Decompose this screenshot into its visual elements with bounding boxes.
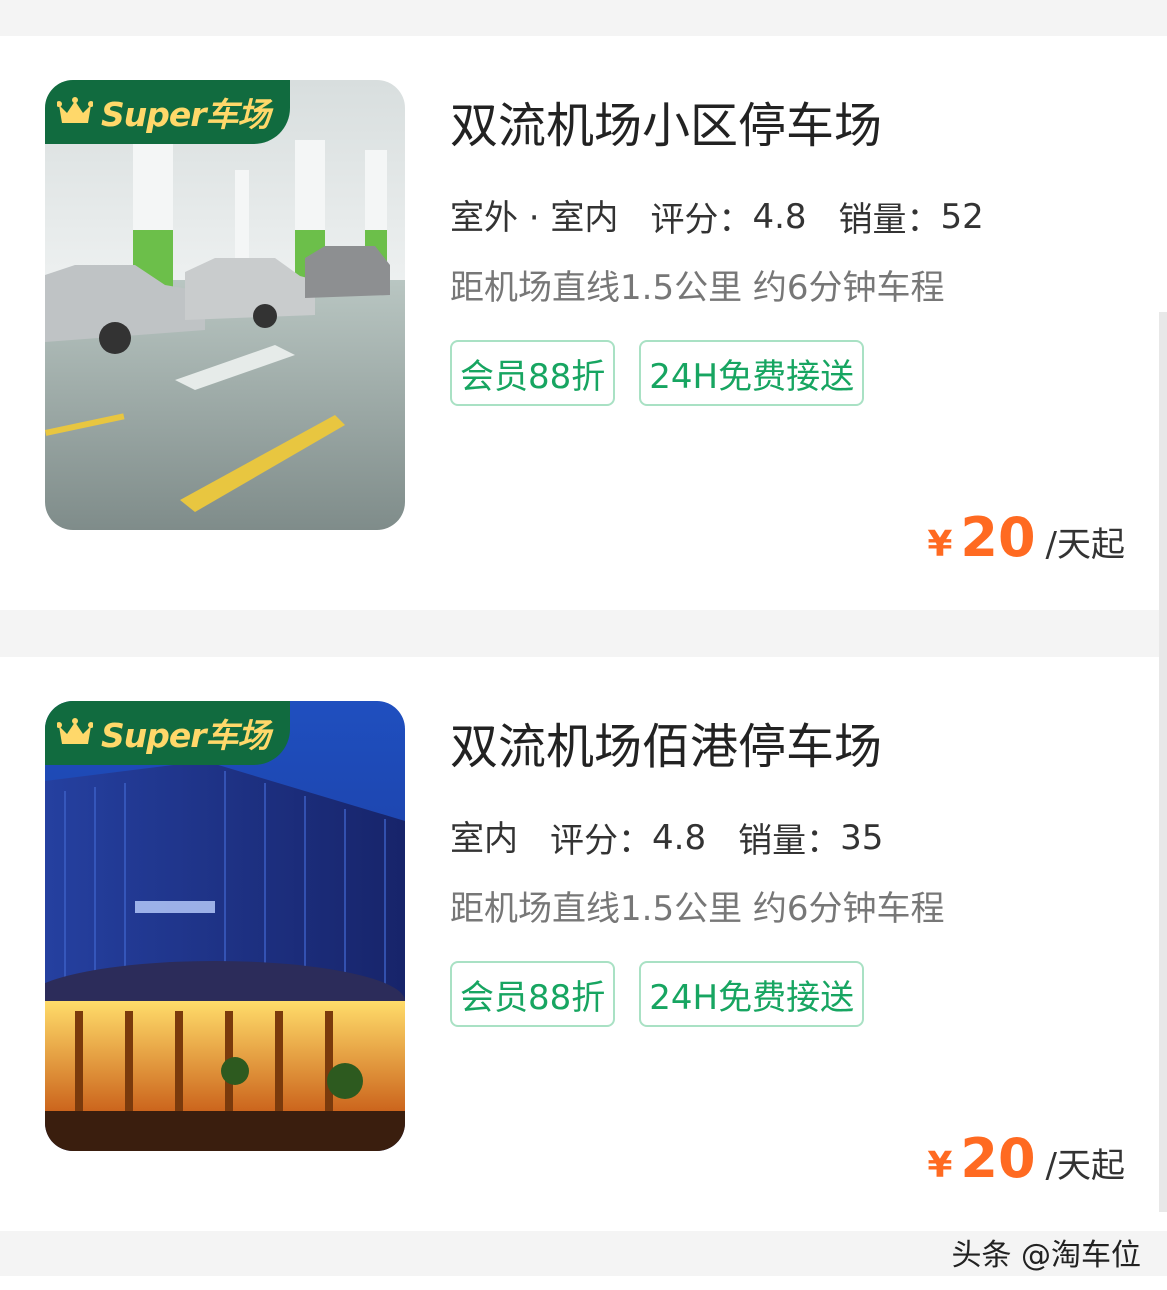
sales-value: 35 (840, 817, 884, 858)
member-discount-tag: 会员88折 (450, 340, 616, 406)
underground-parking-image (45, 80, 405, 530)
rating-value: 4.8 (752, 196, 807, 237)
currency-symbol: ¥ (927, 1145, 953, 1186)
sales-label: 销量： (738, 821, 841, 861)
distance-info: 距机场直线1.5公里 约6分钟车程 (450, 889, 945, 929)
currency-symbol: ¥ (927, 524, 953, 565)
free-shuttle-tag: 24H免费接送 (639, 961, 865, 1027)
price: ¥ 20 /天起 (927, 506, 1125, 569)
badge-label: Super车场 (101, 716, 271, 755)
parking-listing-card[interactable]: Super车场 双流机场佰港停车场 室内 评分： 4.8 销量： 35 距机场直… (0, 657, 1167, 1231)
watermark: 头条 @淘车位 (951, 1238, 1141, 1273)
price-unit: /天起 (1045, 525, 1125, 565)
member-discount-tag: 会员88折 (450, 961, 616, 1027)
rating-label: 评分： (650, 200, 753, 240)
parking-meta: 室外 · 室内 评分： 4.8 销量： 52 (447, 190, 984, 249)
distance-info: 距机场直线1.5公里 约6分钟车程 (450, 268, 945, 308)
price-amount: 20 (960, 1127, 1036, 1190)
parking-photo[interactable]: Super车场 (45, 80, 405, 530)
crown-icon (57, 97, 93, 123)
crown-icon (57, 718, 93, 744)
next-card-edge (0, 1276, 1167, 1290)
price-amount: 20 (960, 506, 1036, 569)
super-parking-badge: Super车场 (45, 80, 290, 144)
scrollbar[interactable] (1159, 312, 1167, 1212)
feature-tags: 会员88折 24H免费接送 (450, 961, 865, 1027)
price-unit: /天起 (1045, 1146, 1125, 1186)
feature-tags: 会员88折 24H免费接送 (450, 340, 865, 406)
super-parking-badge: Super车场 (45, 701, 290, 765)
parking-listing-card[interactable]: Super车场 双流机场小区停车场 室外 · 室内 评分： 4.8 销量： 52… (0, 36, 1167, 610)
hotel-building-image (45, 701, 405, 1151)
parking-type: 室内 (448, 811, 520, 870)
price: ¥ 20 /天起 (927, 1127, 1125, 1190)
parking-meta: 室内 评分： 4.8 销量： 35 (448, 811, 884, 870)
rating-label: 评分： (550, 821, 652, 861)
parking-title[interactable]: 双流机场小区停车场 (450, 86, 882, 156)
parking-photo[interactable]: Super车场 (45, 701, 405, 1151)
badge-label: Super车场 (101, 95, 271, 134)
parking-type: 室外 · 室内 (447, 190, 621, 249)
parking-title[interactable]: 双流机场佰港停车场 (450, 707, 882, 777)
rating-value: 4.8 (652, 817, 707, 858)
sales-value: 52 (940, 196, 984, 237)
sales-label: 销量： (838, 200, 941, 240)
free-shuttle-tag: 24H免费接送 (639, 340, 865, 406)
